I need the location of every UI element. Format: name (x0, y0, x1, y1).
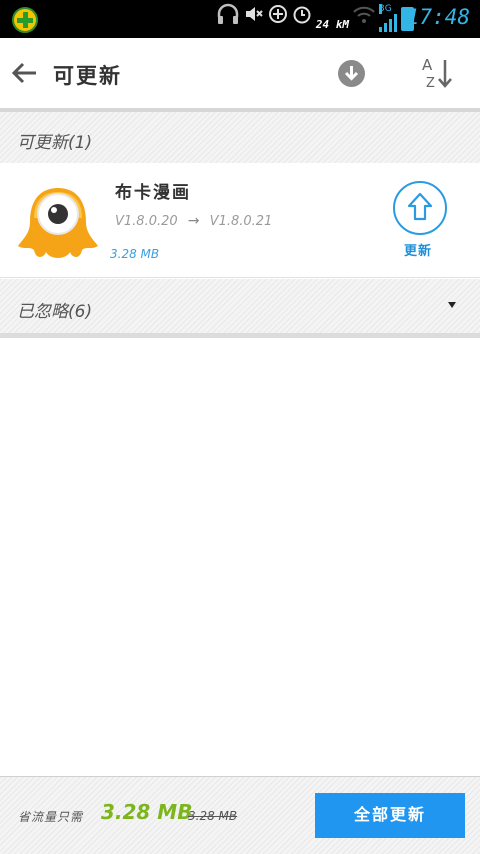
game-controller-icon (268, 4, 288, 34)
download-circle-icon[interactable] (338, 60, 365, 87)
mute-icon (244, 4, 264, 34)
new-version: V1.8.0.21 (209, 214, 273, 229)
app-size: 3.28 MB (110, 247, 160, 261)
update-all-button[interactable]: 全部更新 (315, 793, 465, 838)
ignored-section-label: 已忽略(6) (17, 302, 93, 322)
status-icons: 24 kM 3G (216, 3, 414, 35)
bottom-bar: 省流量只需 3.28 MB 3.28 MB 全部更新 (0, 776, 480, 854)
buka-manga-app-icon (16, 180, 100, 264)
arrow-right-icon: → (187, 213, 200, 229)
clock: 17:48 (406, 5, 470, 29)
update-button-label[interactable]: 更新 (404, 240, 432, 259)
arrow-left-icon[interactable] (10, 59, 40, 87)
wifi-icon (353, 4, 375, 34)
svg-text:A: A (422, 56, 433, 74)
ignored-section-header[interactable]: 已忽略(6) (0, 279, 480, 338)
update-button[interactable] (393, 181, 447, 235)
app-name: 布卡漫画 (115, 183, 191, 203)
svg-text:Z: Z (426, 76, 435, 91)
status-bar: 24 kM 3G 17:48 (0, 0, 480, 38)
network-type: 3G (379, 4, 392, 14)
save-traffic-amount: 3.28 MB (101, 800, 193, 824)
list-item[interactable]: 布卡漫画 V1.8.0.20 → V1.8.0.21 3.28 MB 更新 (0, 163, 480, 278)
headphones-icon (216, 3, 240, 35)
cell-signal-icon: 3G (379, 4, 397, 32)
triangle-down-icon[interactable] (448, 302, 456, 308)
network-speed: 24 kM (315, 17, 349, 31)
original-traffic-amount: 3.28 MB (188, 809, 238, 823)
security-app-icon (12, 7, 38, 33)
updatable-section-header: 可更新(1) (0, 108, 480, 163)
header: 可更新 A Z (0, 38, 480, 108)
page-title: 可更新 (53, 64, 122, 88)
sort-az-icon[interactable]: A Z (418, 54, 458, 94)
save-traffic-label: 省流量只需 (18, 810, 84, 824)
alarm-clock-icon (292, 4, 312, 34)
version-change: V1.8.0.20 → V1.8.0.21 (115, 213, 272, 229)
updatable-section-label: 可更新(1) (17, 133, 93, 153)
current-version: V1.8.0.20 (115, 214, 178, 229)
